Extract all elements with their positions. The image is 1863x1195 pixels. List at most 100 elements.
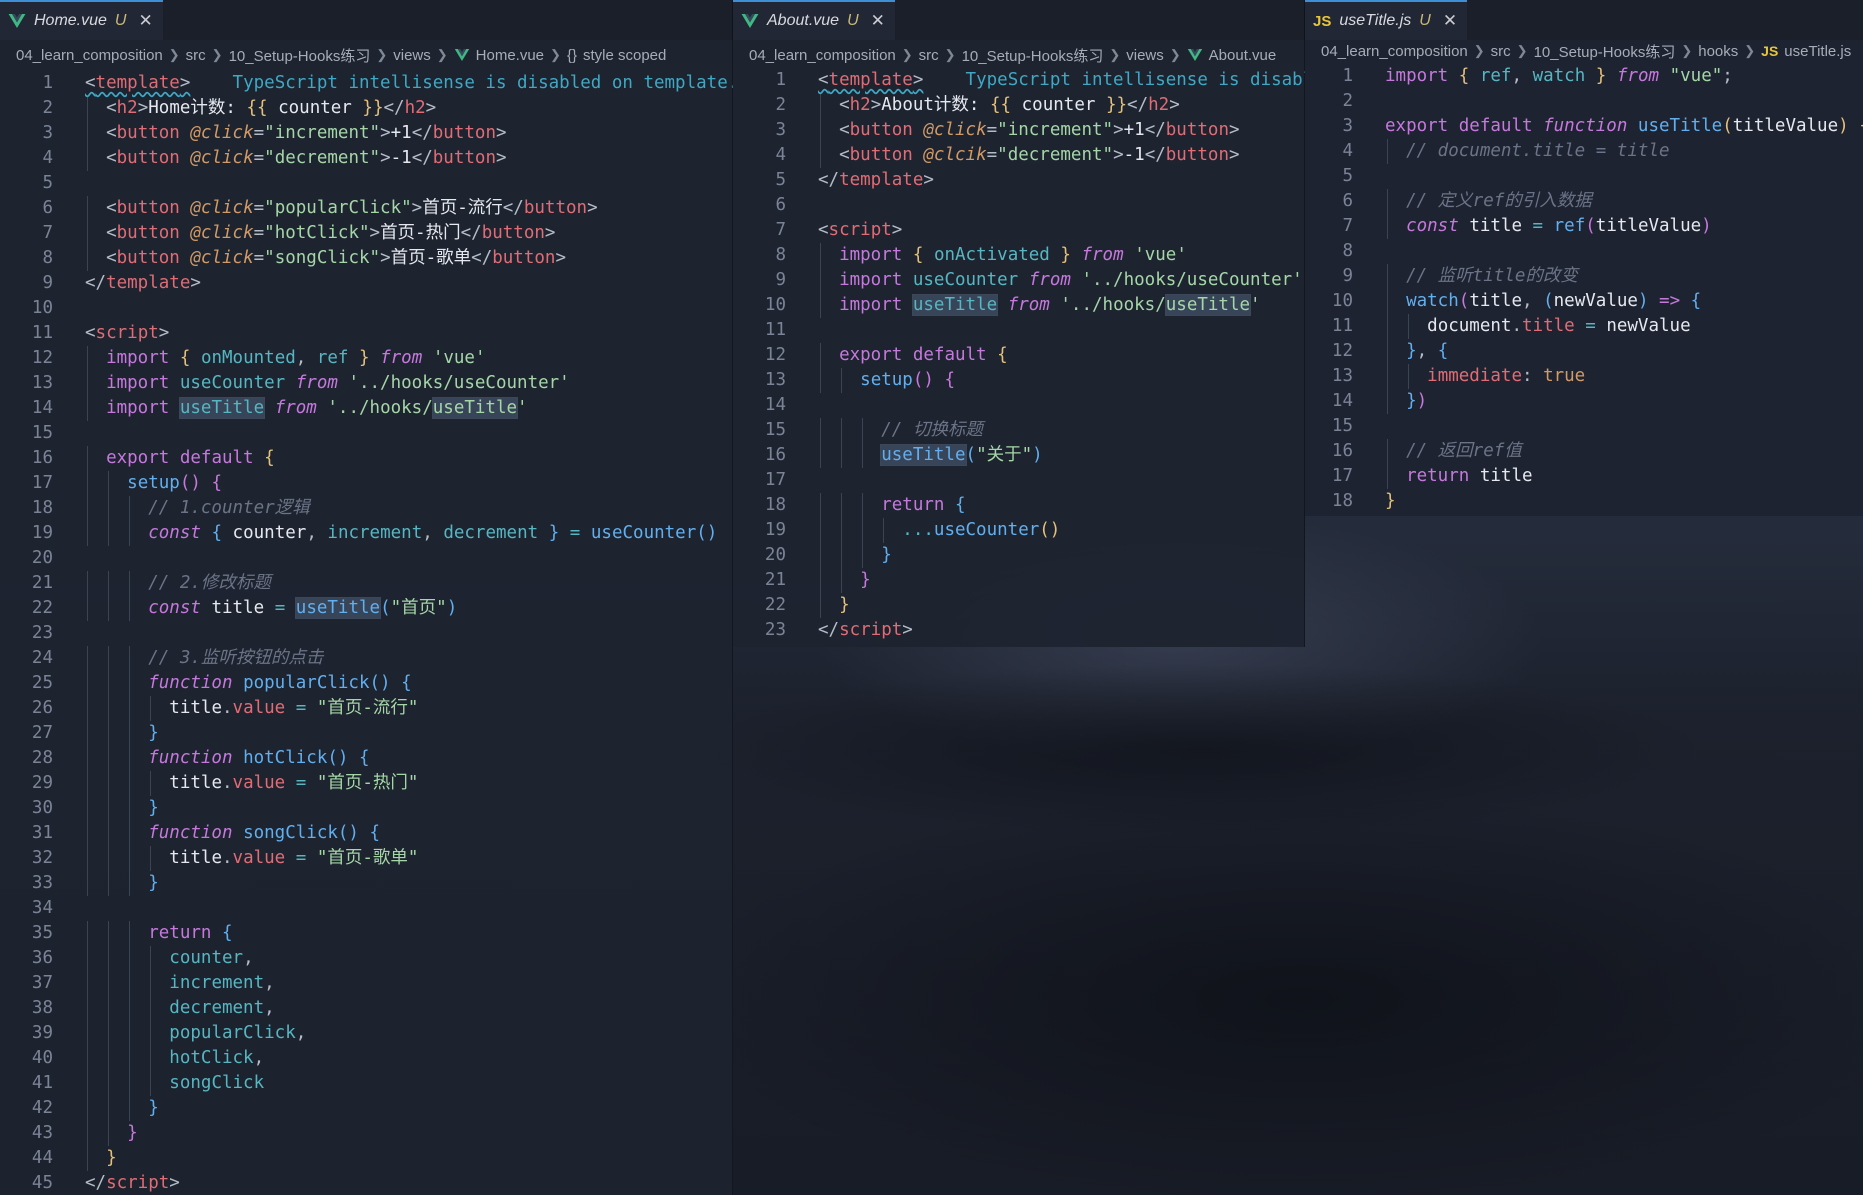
code-line[interactable]: 1 <template> TypeScript intellisense is d…	[733, 68, 1305, 93]
code-text[interactable]: }	[85, 1121, 138, 1146]
breadcrumb-item[interactable]: 04_learn_composition	[749, 47, 896, 64]
code-line[interactable]: 6	[733, 193, 1305, 218]
code-text[interactable]: }	[85, 1146, 117, 1171]
code-line[interactable]: 28 function hotClick() {	[0, 746, 733, 771]
code-line[interactable]: 2 <h2>Home计数: {{ counter }}</h2>	[0, 96, 733, 121]
code-text[interactable]: export default function useTitle(titleVa…	[1385, 114, 1863, 139]
code-line[interactable]: 2	[1305, 89, 1863, 114]
code-line[interactable]: 13 import useCounter from '../hooks/useC…	[0, 371, 733, 396]
code-text[interactable]: <button @click="increment">+1</button>	[85, 121, 506, 146]
code-text[interactable]: }	[1385, 489, 1396, 514]
code-text[interactable]: return title	[1385, 464, 1532, 489]
breadcrumb-item[interactable]: style scoped	[583, 47, 666, 64]
code-line[interactable]: 8 import { onActivated } from 'vue'	[733, 243, 1305, 268]
code-line[interactable]: 2 <h2>About计数: {{ counter }}</h2>	[733, 93, 1305, 118]
code-text[interactable]: }	[818, 568, 871, 593]
code-line[interactable]: 16 export default {	[0, 446, 733, 471]
code-line[interactable]: 12 }, {	[1305, 339, 1863, 364]
code-line[interactable]: 11 <script>	[0, 321, 733, 346]
code-editor[interactable]: 1 <template> TypeScript intellisense is d…	[733, 68, 1305, 643]
code-line[interactable]: 24 // 3.监听按钮的点击	[0, 646, 733, 671]
code-line[interactable]: 16 // 返回ref值	[1305, 439, 1863, 464]
code-line[interactable]: 43 }	[0, 1121, 733, 1146]
code-text[interactable]: }, {	[1385, 339, 1448, 364]
editor-pane-usetitle[interactable]: JS useTitle.js U ✕ 04_learn_composition ❯…	[1305, 0, 1863, 516]
code-line[interactable]: 41 songClick	[0, 1071, 733, 1096]
editor-pane-home[interactable]: Home.vue U ✕ 04_learn_composition ❯ src ❯ …	[0, 0, 733, 1195]
code-line[interactable]: 16 useTitle("关于")	[733, 443, 1305, 468]
code-line[interactable]: 8	[1305, 239, 1863, 264]
code-line[interactable]: 42 }	[0, 1096, 733, 1121]
code-line[interactable]: 30 }	[0, 796, 733, 821]
code-line[interactable]: 20 }	[733, 543, 1305, 568]
code-line[interactable]: 19 const { counter, increment, decrement…	[0, 521, 733, 546]
code-line[interactable]: 1 <template> TypeScript intellisense is d…	[0, 71, 733, 96]
code-line[interactable]: 6 <button @click="popularClick">首页-流行</b…	[0, 196, 733, 221]
breadcrumb-item[interactable]: hooks	[1698, 43, 1738, 60]
code-text[interactable]: <button @click="popularClick">首页-流行</but…	[85, 196, 598, 221]
code-line[interactable]: 18}	[1305, 489, 1863, 514]
code-line[interactable]: 18 // 1.counter逻辑	[0, 496, 733, 521]
code-line[interactable]: 4 // document.title = title	[1305, 139, 1863, 164]
code-text[interactable]: }	[85, 871, 159, 896]
code-text[interactable]: const title = useTitle("首页")	[85, 596, 457, 621]
code-line[interactable]: 9 </template>	[0, 271, 733, 296]
code-text[interactable]: // 2.修改标题	[85, 571, 271, 596]
breadcrumb-item[interactable]: 04_learn_composition	[1321, 43, 1468, 60]
code-text[interactable]: // 3.监听按钮的点击	[85, 646, 323, 671]
code-line[interactable]: 10 import useTitle from '../hooks/useTit…	[733, 293, 1305, 318]
code-text[interactable]: // 返回ref值	[1385, 439, 1522, 464]
code-text[interactable]: hotClick,	[85, 1046, 264, 1071]
code-line[interactable]: 29 title.value = "首页-热门"	[0, 771, 733, 796]
breadcrumb-item[interactable]: 04_learn_composition	[16, 47, 163, 64]
code-line[interactable]: 3 <button @click="increment">+1</button>	[0, 121, 733, 146]
breadcrumb-item[interactable]: 10_Setup-Hooks练习	[229, 45, 371, 66]
editor-pane-about[interactable]: About.vue U ✕ 04_learn_composition ❯ src ❯…	[733, 0, 1305, 647]
code-text[interactable]: }	[85, 796, 159, 821]
code-line[interactable]: 4 <button @click="decrement">-1</button>	[0, 146, 733, 171]
code-line[interactable]: 15 // 切换标题	[733, 418, 1305, 443]
code-line[interactable]: 19 ...useCounter()	[733, 518, 1305, 543]
code-text[interactable]: // 监听title的改变	[1385, 264, 1578, 289]
code-text[interactable]: }	[818, 593, 850, 618]
code-text[interactable]: title.value = "首页-流行"	[85, 696, 418, 721]
code-text[interactable]: </template>	[85, 271, 201, 296]
code-text[interactable]: ...useCounter()	[818, 518, 1060, 543]
code-text[interactable]: songClick	[85, 1071, 264, 1096]
close-icon[interactable]: ✕	[138, 11, 152, 31]
code-line[interactable]: 5 </template>	[733, 168, 1305, 193]
code-text[interactable]: <button @click="hotClick">首页-热门</button>	[85, 221, 555, 246]
code-line[interactable]: 34	[0, 896, 733, 921]
code-line[interactable]: 21 }	[733, 568, 1305, 593]
code-text[interactable]: }	[85, 1096, 159, 1121]
code-text[interactable]: immediate: true	[1385, 364, 1585, 389]
code-text[interactable]: <script>	[85, 321, 169, 346]
code-line[interactable]: 3 export default function useTitle(titleV…	[1305, 114, 1863, 139]
code-line[interactable]: 14	[733, 393, 1305, 418]
code-line[interactable]: 7 <script>	[733, 218, 1305, 243]
code-editor[interactable]: 1 import { ref, watch } from "vue"; 2 3 expo…	[1305, 64, 1863, 514]
code-text[interactable]: export default {	[85, 446, 275, 471]
code-text[interactable]: // document.title = title	[1385, 139, 1669, 164]
close-icon[interactable]: ✕	[1443, 11, 1457, 31]
code-text[interactable]: import { ref, watch } from "vue";	[1385, 64, 1733, 89]
breadcrumb-item[interactable]: src	[186, 47, 206, 64]
breadcrumb-item[interactable]: views	[1126, 47, 1164, 64]
code-line[interactable]: 37 increment,	[0, 971, 733, 996]
code-line[interactable]: 23 </script>	[733, 618, 1305, 643]
code-text[interactable]: <template> TypeScript intellisense is di…	[818, 68, 1305, 93]
code-line[interactable]: 9 // 监听title的改变	[1305, 264, 1863, 289]
code-line[interactable]: 17 setup() {	[0, 471, 733, 496]
breadcrumb-item[interactable]: views	[393, 47, 431, 64]
code-line[interactable]: 5	[1305, 164, 1863, 189]
code-line[interactable]: 39 popularClick,	[0, 1021, 733, 1046]
code-text[interactable]: useTitle("关于")	[818, 443, 1043, 468]
close-icon[interactable]: ✕	[871, 11, 885, 31]
code-text[interactable]: increment,	[85, 971, 274, 996]
code-line[interactable]: 8 <button @click="songClick">首页-歌单</butt…	[0, 246, 733, 271]
code-text[interactable]: import useCounter from '../hooks/useCoun…	[818, 268, 1303, 293]
code-line[interactable]: 14 })	[1305, 389, 1863, 414]
code-text[interactable]: import { onMounted, ref } from 'vue'	[85, 346, 485, 371]
breadcrumb-item[interactable]: About.vue	[1209, 47, 1277, 64]
code-line[interactable]: 18 return {	[733, 493, 1305, 518]
